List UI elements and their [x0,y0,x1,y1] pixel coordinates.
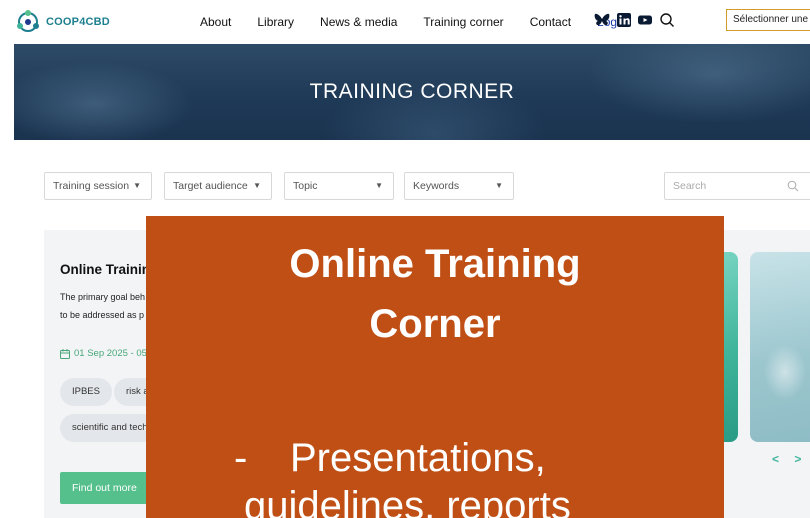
overlay-bullet-text: Presentations, [290,436,546,480]
chevron-down-icon: ▼ [133,181,141,190]
training-card-date-text: 01 Sep 2025 - 05 [74,348,147,359]
target-audience-select[interactable]: Target audience ▼ [164,172,272,200]
training-image-2 [750,252,810,442]
training-card-title[interactable]: Online Training [60,262,158,277]
nav-library[interactable]: Library [257,15,294,29]
topic-label: Topic [293,180,318,192]
search-icon[interactable] [787,180,799,192]
language-select[interactable]: Sélectionner une langue [726,9,810,31]
overlay-title-line2: Corner [369,302,501,346]
target-audience-label: Target audience [173,180,248,192]
training-session-select[interactable]: Training session ▼ [44,172,152,200]
topic-select[interactable]: Topic ▼ [284,172,394,200]
training-session-label: Training session [53,180,130,192]
search-placeholder: Search [673,180,707,192]
youtube-icon[interactable] [638,14,652,26]
tag-ipbes[interactable]: IPBES [60,378,112,406]
training-card-description-line2: to be addressed as p [60,310,145,320]
overlay-title: Online Training Corner [146,234,724,354]
chevron-down-icon: ▼ [253,181,261,190]
main-nav: About Library News & media Training corn… [200,0,634,44]
top-navigation-bar: COOP4CBD About Library News & media Trai… [0,0,810,44]
overlay-bullet: - Presentations, [234,434,546,482]
overlay-title-line1: Online Training [289,242,581,286]
search-input[interactable]: Search [664,172,810,200]
overlay-slide: Online Training Corner - Presentations, g… [146,216,724,518]
nav-news-media[interactable]: News & media [320,15,397,29]
logo-icon [17,10,39,32]
site-logo[interactable]: COOP4CBD [14,8,110,36]
slider-arrows[interactable]: < > [772,452,807,466]
find-out-more-button[interactable]: Find out more [60,472,160,504]
page-title: TRAINING CORNER [309,80,515,103]
page-banner: TRAINING CORNER [14,44,810,140]
logo-text: COOP4CBD [46,16,110,28]
nav-about[interactable]: About [200,15,231,29]
social-links [594,12,675,28]
overlay-bullet-dash: - [234,436,248,480]
chevron-down-icon: ▼ [495,181,503,190]
keywords-label: Keywords [413,180,460,192]
training-card-date: 01 Sep 2025 - 05 [60,348,147,359]
linkedin-icon[interactable] [617,13,631,27]
overlay-bullet-text-2: guidelines, reports [244,484,571,518]
keywords-select[interactable]: Keywords ▼ [404,172,514,200]
bluesky-icon[interactable] [594,13,610,27]
calendar-icon [60,348,70,359]
nav-training-corner[interactable]: Training corner [423,15,503,29]
search-icon[interactable] [659,12,675,28]
nav-contact[interactable]: Contact [530,15,571,29]
chevron-down-icon: ▼ [375,181,383,190]
training-card-description: The primary goal beh [60,292,146,302]
